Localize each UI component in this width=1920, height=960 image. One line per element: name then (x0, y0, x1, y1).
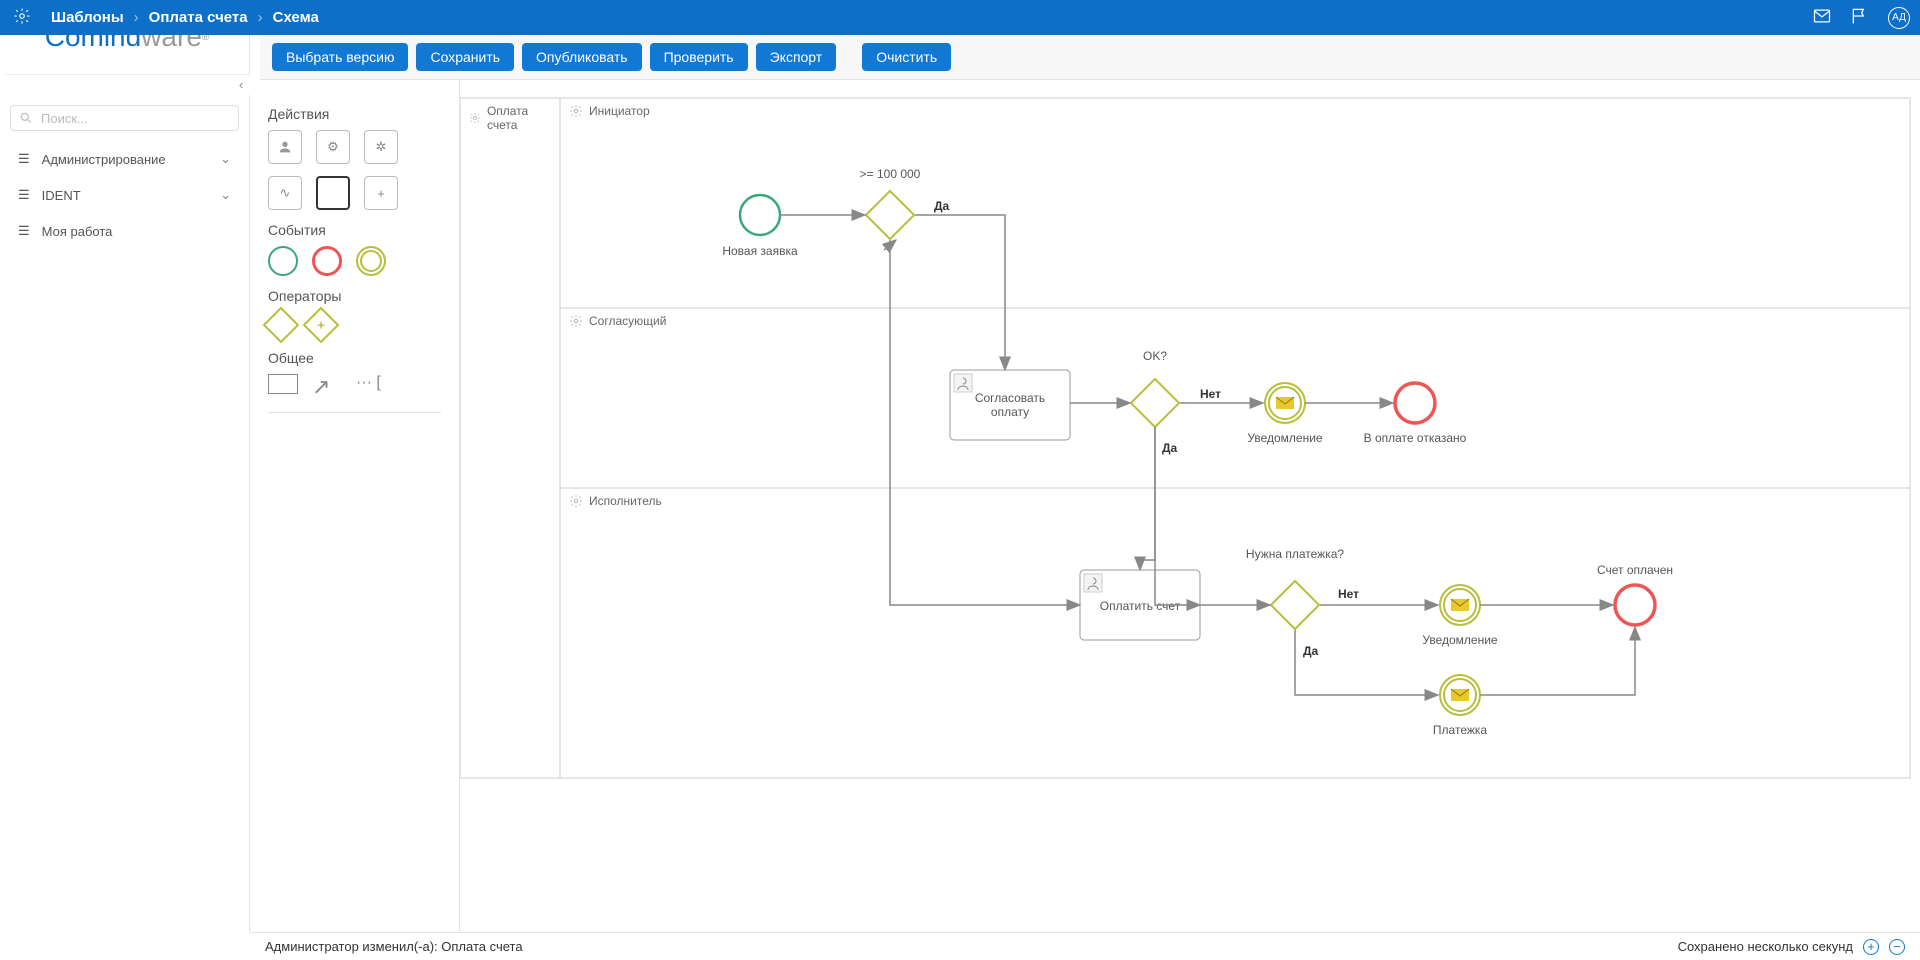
search-input[interactable]: Поиск... (10, 105, 239, 131)
palette-service-task[interactable]: ✲ (364, 130, 398, 164)
footer-status: Администратор изменил(-а): Оплата счета (265, 939, 523, 954)
end-paid-label: Счет оплачен (1597, 563, 1673, 577)
nav-label: Администрирование (42, 152, 166, 167)
clear-button[interactable]: Очистить (862, 43, 951, 71)
edge-label-no2: Нет (1200, 387, 1221, 401)
mail-icon[interactable] (1812, 6, 1832, 29)
footer: Администратор изменил(-а): Оплата счета … (250, 932, 1920, 960)
crumb-scheme[interactable]: Схема (273, 9, 319, 26)
breadcrumb: Шаблоны › Оплата счета › Схема (51, 9, 319, 26)
crumb-templates[interactable]: Шаблоны (51, 9, 124, 26)
diagram-canvas[interactable]: Оплата счета Инициатор Согласующий Испол… (460, 80, 1920, 932)
end-reject-label: В оплате отказано (1364, 431, 1467, 445)
nav-label: IDENT (42, 188, 81, 203)
palette-section-actions: Действия (268, 106, 441, 122)
palette-start-event[interactable] (268, 246, 298, 276)
pool-label[interactable]: Оплата счета (487, 104, 551, 132)
chevron-right-icon: › (258, 9, 263, 26)
palette-end-event[interactable] (312, 246, 342, 276)
node-task-approve[interactable]: Согласоватьоплату (950, 370, 1070, 440)
palette-sequence-flow[interactable]: ↗ (312, 374, 342, 400)
gear-icon[interactable] (13, 7, 31, 28)
edge-label-yes2: Да (1162, 441, 1178, 455)
nav-admin[interactable]: ☰ Администрирование ⌄ (0, 141, 249, 177)
palette-user-task[interactable] (268, 130, 302, 164)
menu-icon: ☰ (18, 187, 30, 203)
zoom-out-button[interactable]: − (1889, 939, 1905, 955)
menu-icon: ☰ (18, 223, 30, 239)
export-button[interactable]: Экспорт (756, 43, 837, 71)
toolbar: Выбрать версию Сохранить Опубликовать Пр… (260, 35, 1920, 80)
zoom-in-button[interactable]: + (1863, 939, 1879, 955)
g2-label: OK? (1143, 349, 1167, 363)
nav-ident[interactable]: ☰ IDENT ⌄ (0, 177, 249, 213)
publish-button[interactable]: Опубликовать (522, 43, 642, 71)
lane-approver[interactable]: Согласующий (589, 314, 666, 328)
palette-subprocess[interactable] (316, 176, 350, 210)
palette-section-general: Общее (268, 350, 441, 366)
palette-section-events: События (268, 222, 441, 238)
lane-initiator[interactable]: Инициатор (589, 104, 650, 118)
palette-script-task[interactable]: ⚙ (316, 130, 350, 164)
edge-label-yes1: Да (934, 199, 950, 213)
sidebar: Поиск... ☰ Администрирование ⌄ ☰ IDENT ⌄… (0, 95, 250, 932)
lane-executor[interactable]: Исполнитель (589, 494, 662, 508)
search-placeholder: Поиск... (41, 111, 88, 126)
avatar[interactable]: АД (1888, 7, 1910, 29)
crumb-template[interactable]: Оплата счета (149, 9, 248, 26)
nav-mywork[interactable]: ☰ Моя работа (0, 213, 249, 249)
palette-add-task[interactable]: + (364, 176, 398, 210)
check-button[interactable]: Проверить (650, 43, 748, 71)
chevron-right-icon: › (134, 9, 139, 26)
select-version-button[interactable]: Выбрать версию (272, 43, 408, 71)
bpmn-svg: Оплата счета Инициатор Согласующий Испол… (460, 80, 1920, 932)
flag-icon[interactable] (1850, 6, 1870, 29)
chevron-down-icon: ⌄ (220, 187, 231, 203)
nav-label: Моя работа (42, 224, 113, 239)
save-button[interactable]: Сохранить (416, 43, 514, 71)
chevron-down-icon: ⌄ (220, 151, 231, 167)
palette-pool[interactable] (268, 374, 298, 394)
header: Шаблоны › Оплата счета › Схема АД (0, 0, 1920, 35)
notify2-label: Уведомление (1422, 633, 1498, 647)
footer-saved: Сохранено несколько секунд (1678, 939, 1853, 954)
palette-timer-event[interactable] (356, 246, 386, 276)
palette-annotation[interactable]: ··· [ (356, 374, 381, 400)
edge-label-yes3: Да (1303, 644, 1319, 658)
collapse-sidebar-icon[interactable]: ‹ (232, 75, 250, 93)
g1-label: >= 100 000 (860, 167, 921, 181)
task-pay-label: Оплатить счет (1100, 599, 1181, 613)
palette-exclusive-gateway[interactable] (263, 307, 300, 344)
menu-icon: ☰ (18, 151, 30, 167)
palette-parallel-gateway[interactable]: + (303, 307, 340, 344)
edge-label-no3: Нет (1338, 587, 1359, 601)
start-label: Новая заявка (722, 244, 798, 258)
palette: ☰ Действия ⚙ ✲ ∿ + События Операторы + О… (250, 80, 460, 932)
palette-wave-task[interactable]: ∿ (268, 176, 302, 210)
g3-label: Нужна платежка? (1246, 547, 1344, 561)
payslip-label: Платежка (1433, 723, 1487, 737)
palette-section-operators: Операторы (268, 288, 441, 304)
notify1-label: Уведомление (1247, 431, 1323, 445)
